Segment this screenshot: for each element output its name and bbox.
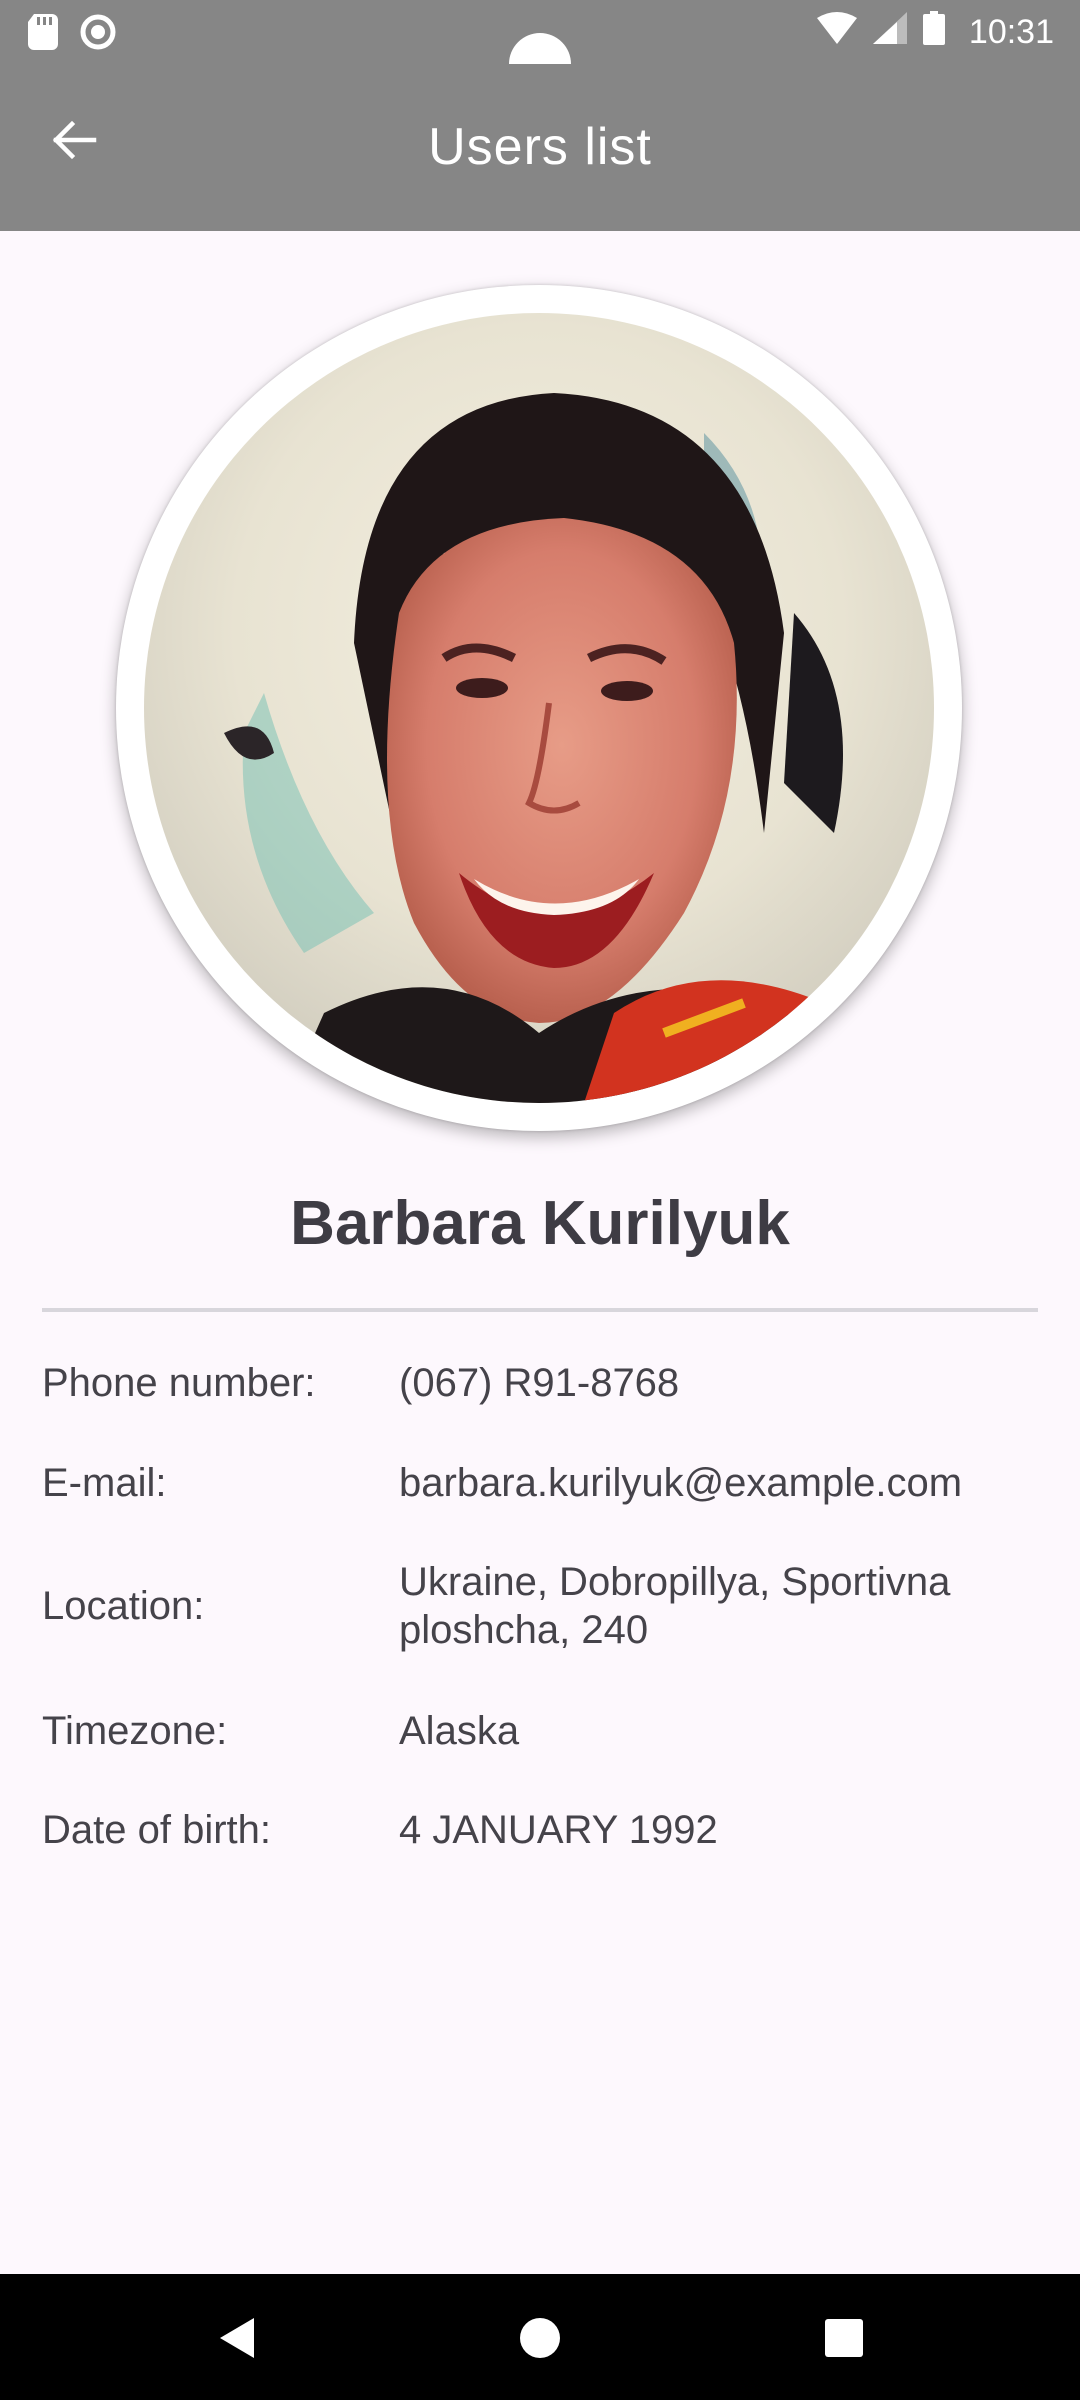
sd-card-icon [28, 14, 58, 55]
avatar-frame [116, 285, 962, 1131]
nav-recents-button[interactable] [806, 2302, 882, 2378]
home-circle-icon [518, 2316, 562, 2365]
phone-value: (067) R91-8768 [399, 1361, 680, 1405]
cellular-signal-icon [872, 11, 907, 53]
page-title: Users list [428, 118, 652, 176]
nav-back-button[interactable] [198, 2302, 274, 2378]
nav-home-button[interactable] [502, 2302, 578, 2378]
user-photo [144, 313, 934, 1103]
app-bar: Users list [0, 64, 1080, 231]
location-value: Ukraine, Dobropillya, Sportivna ploshcha… [399, 1560, 951, 1652]
record-icon [80, 14, 116, 55]
system-nav-bar [0, 2274, 1080, 2400]
user-name: Barbara Kurilyuk [290, 1189, 790, 1258]
timezone-value: Alaska [399, 1709, 520, 1753]
avatar [144, 313, 934, 1103]
status-left-icons [28, 14, 116, 55]
wifi-icon [816, 11, 857, 53]
dob-label: Date of birth: [42, 1808, 272, 1852]
divider [42, 1308, 1038, 1312]
back-triangle-icon [216, 2316, 256, 2365]
email-value: barbara.kurilyuk@example.com [399, 1461, 963, 1505]
status-time: 10:31 [968, 13, 1054, 51]
battery-icon [922, 10, 945, 54]
status-right-icons: 10:31 [816, 10, 1054, 54]
timezone-label: Timezone: [42, 1709, 228, 1753]
phone-label: Phone number: [42, 1361, 316, 1405]
dob-value: 4 JANUARY 1992 [399, 1808, 718, 1852]
recents-square-icon [824, 2318, 864, 2363]
location-label: Location: [42, 1584, 205, 1628]
email-label: E-mail: [42, 1461, 167, 1505]
